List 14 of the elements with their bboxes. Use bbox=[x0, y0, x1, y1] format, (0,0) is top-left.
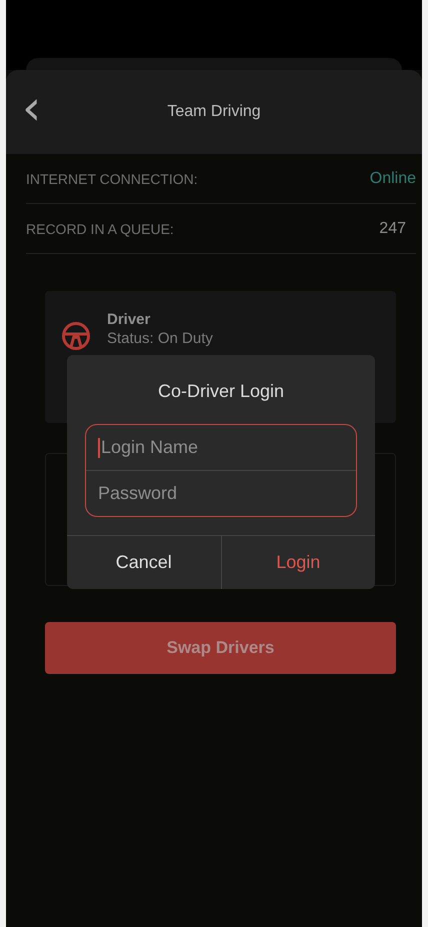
login-button[interactable]: Login bbox=[220, 536, 375, 589]
info-label: INTERNET CONNECTION: bbox=[26, 170, 198, 186]
steering-wheel-icon bbox=[61, 321, 91, 351]
input-field[interactable]: Login Name bbox=[101, 437, 321, 458]
driver-role: Driver bbox=[107, 311, 152, 328]
input-field[interactable]: Password bbox=[98, 483, 318, 504]
driver-status: Status: On Duty bbox=[107, 330, 213, 347]
info-value: Online bbox=[370, 170, 416, 188]
info-value: 247 bbox=[379, 220, 406, 238]
dialog-title: Co-Driver Login bbox=[156, 381, 286, 402]
back-button[interactable]: ‹ bbox=[18, 88, 46, 128]
cancel-button[interactable]: Cancel bbox=[67, 536, 220, 589]
info-label: RECORD IN A QUEUE: bbox=[26, 220, 174, 236]
screen-title: Team Driving bbox=[167, 103, 261, 121]
